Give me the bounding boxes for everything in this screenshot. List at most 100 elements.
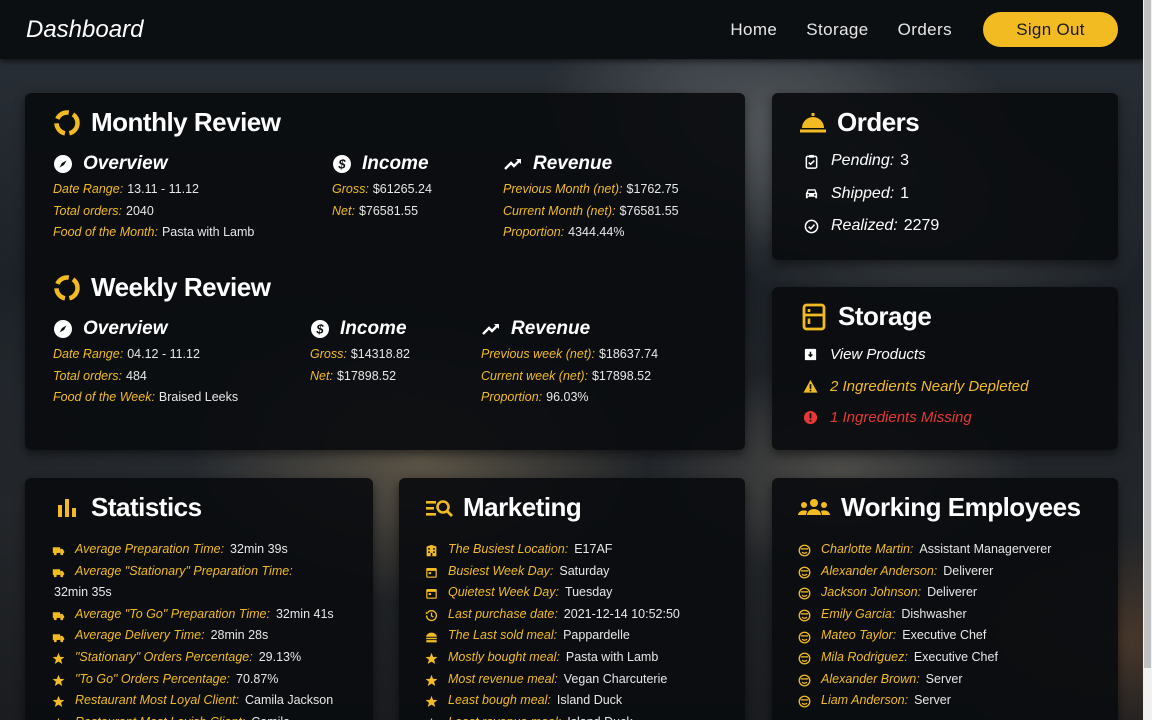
smiley-icon — [798, 586, 811, 600]
marketing-row: Most revenue meal: Vegan Charcuterie — [425, 669, 735, 691]
income-label: Income — [362, 153, 429, 174]
top-navbar: Dashboard Home Storage Orders Sign Out — [0, 0, 1143, 59]
star-icon — [425, 716, 438, 720]
calendar-icon — [425, 586, 438, 600]
marketing-row: Least bough meal: Island Duck — [425, 690, 735, 712]
proportion-row: Proportion: 96.03% — [481, 390, 589, 404]
marketing-row: Last purchase date: 2021-12-14 10:52:50 — [425, 604, 735, 626]
employee-row: Mila Rodriguez: Executive Chef — [798, 647, 1108, 669]
brand-title[interactable]: Dashboard — [26, 16, 143, 44]
nav-links: Home Storage Orders Sign Out — [730, 12, 1143, 47]
marketing-title: Marketing — [425, 492, 582, 523]
check-circle-icon — [804, 219, 819, 234]
proportion-row: Proportion: 4344.44% — [503, 225, 625, 239]
statistics-card: Statistics Average Preparation Time: 32mi… — [25, 478, 373, 720]
monthly-review-label: Monthly Review — [91, 107, 281, 137]
star-icon — [52, 716, 65, 720]
statistics-row: "Stationary" Orders Percentage: 29.13% — [52, 647, 352, 669]
marketing-row: Mostly bought meal: Pasta with Lamb — [425, 647, 735, 669]
weekly-review-title: Weekly Review — [53, 272, 271, 303]
star-icon — [52, 673, 65, 686]
dollar-circle-icon: $ — [333, 155, 351, 173]
star-icon — [52, 694, 65, 708]
food-of-week-row: Food of the Week: Braised Leeks — [53, 390, 239, 404]
missing-ingredients-alert[interactable]: 1 Ingredients Missing — [803, 402, 1028, 434]
weekly-overview: Overview Date Range: 04.12 - 11.12 Total … — [53, 318, 238, 409]
clipboard-icon — [805, 154, 818, 169]
monthly-review-title: Monthly Review — [53, 107, 281, 138]
previous-week-row: Previous week (net): $18637.74 — [481, 347, 659, 361]
orders-title: Orders — [799, 107, 920, 138]
marketing-row: The Busiest Location: E17AF — [425, 539, 735, 561]
net-row: Net: $17898.52 — [310, 368, 397, 383]
marketing-row: Quietest Week Day: Tuesday — [425, 582, 735, 604]
truck-icon — [52, 565, 65, 578]
income-heading: $ Income — [332, 153, 432, 175]
marketing-row: Busiest Week Day: Saturday — [425, 561, 735, 583]
list-search-icon — [425, 494, 453, 522]
scrollbar-thumb[interactable] — [1144, 0, 1151, 668]
total-orders-row: Total orders: 484 — [53, 368, 147, 383]
bar-chart-icon — [53, 494, 81, 522]
calendar-icon — [425, 565, 438, 578]
concierge-bell-icon — [799, 109, 827, 137]
nav-link-home[interactable]: Home — [730, 20, 777, 40]
burger-icon — [425, 630, 438, 643]
weekly-review-label: Weekly Review — [91, 272, 271, 302]
circle-notch-icon — [53, 274, 81, 302]
shipped-orders-row[interactable]: Shipped: 1 — [804, 178, 939, 211]
date-range-row: Date Range: 04.12 - 11.12 — [53, 347, 200, 361]
income-heading: $ Income — [310, 318, 410, 340]
statistics-row: Average "To Go" Preparation Time: 32min 4… — [52, 604, 352, 626]
date-range-row: Date Range: 13.11 - 11.12 — [53, 182, 200, 196]
fridge-icon — [800, 303, 828, 331]
revenue-label: Revenue — [511, 318, 591, 339]
truck-icon — [52, 630, 65, 643]
svg-text:$: $ — [337, 157, 346, 172]
employees-card: Working Employees Charlotte Martin: Assis… — [772, 478, 1118, 720]
employee-row: Emily Garcia: Dishwasher — [798, 604, 1108, 626]
nav-link-storage[interactable]: Storage — [806, 20, 868, 40]
statistics-title: Statistics — [53, 492, 202, 523]
employee-row: Alexander Brown: Server — [798, 669, 1108, 691]
dollar-circle-icon: $ — [311, 320, 329, 338]
sign-out-button[interactable]: Sign Out — [983, 12, 1118, 47]
vertical-scrollbar[interactable] — [1143, 0, 1152, 720]
current-month-row: Current Month (net): $76581.55 — [503, 203, 679, 218]
employee-row: Liam Anderson: Server — [798, 690, 1108, 712]
nearly-depleted-warning[interactable]: 2 Ingredients Nearly Depleted — [803, 371, 1028, 403]
compass-icon — [54, 155, 72, 173]
history-icon — [425, 608, 438, 622]
overview-heading: Overview — [53, 318, 238, 340]
orders-card: Orders Pending: 3 Shipped: 1 Realized: 2279 — [772, 93, 1118, 260]
employee-row: Charlotte Martin: Assistant Managerverer — [798, 539, 1108, 561]
smiley-icon — [798, 608, 811, 622]
pending-orders-row[interactable]: Pending: 3 — [804, 145, 939, 178]
monthly-income: $ Income Gross: $61265.24 Net: $76581.55 — [332, 153, 432, 222]
error-circle-icon — [803, 411, 818, 425]
gross-row: Gross: $14318.82 — [310, 347, 410, 361]
marketing-label: Marketing — [463, 492, 582, 522]
storage-label: Storage — [838, 301, 932, 331]
realized-orders-row[interactable]: Realized: 2279 — [804, 210, 939, 243]
warning-triangle-icon — [803, 379, 818, 393]
star-icon — [425, 694, 438, 708]
nav-link-orders[interactable]: Orders — [898, 20, 952, 40]
overview-label: Overview — [83, 153, 168, 174]
statistics-row: "To Go" Orders Percentage: 70.87% — [52, 669, 352, 691]
star-icon — [52, 651, 65, 665]
statistics-row: Average "Stationary" Preparation Time: 32… — [52, 563, 293, 600]
star-icon — [425, 651, 438, 665]
statistics-row: Average Delivery Time: 28min 28s — [52, 625, 352, 647]
smiley-icon — [798, 694, 811, 708]
weekly-income: $ Income Gross: $14318.82 Net: $17898.52 — [310, 318, 410, 387]
storage-title: Storage — [800, 301, 932, 332]
weekly-revenue: Revenue Previous week (net): $18637.74 Cu… — [481, 318, 658, 409]
compass-icon — [54, 320, 72, 338]
view-products-link[interactable]: View Products — [803, 339, 1028, 371]
monthly-overview: Overview Date Range: 13.11 - 11.12 Total … — [53, 153, 254, 244]
overview-label: Overview — [83, 318, 168, 339]
smiley-icon — [798, 651, 811, 665]
smiley-icon — [798, 543, 811, 557]
truck-icon — [52, 543, 65, 556]
